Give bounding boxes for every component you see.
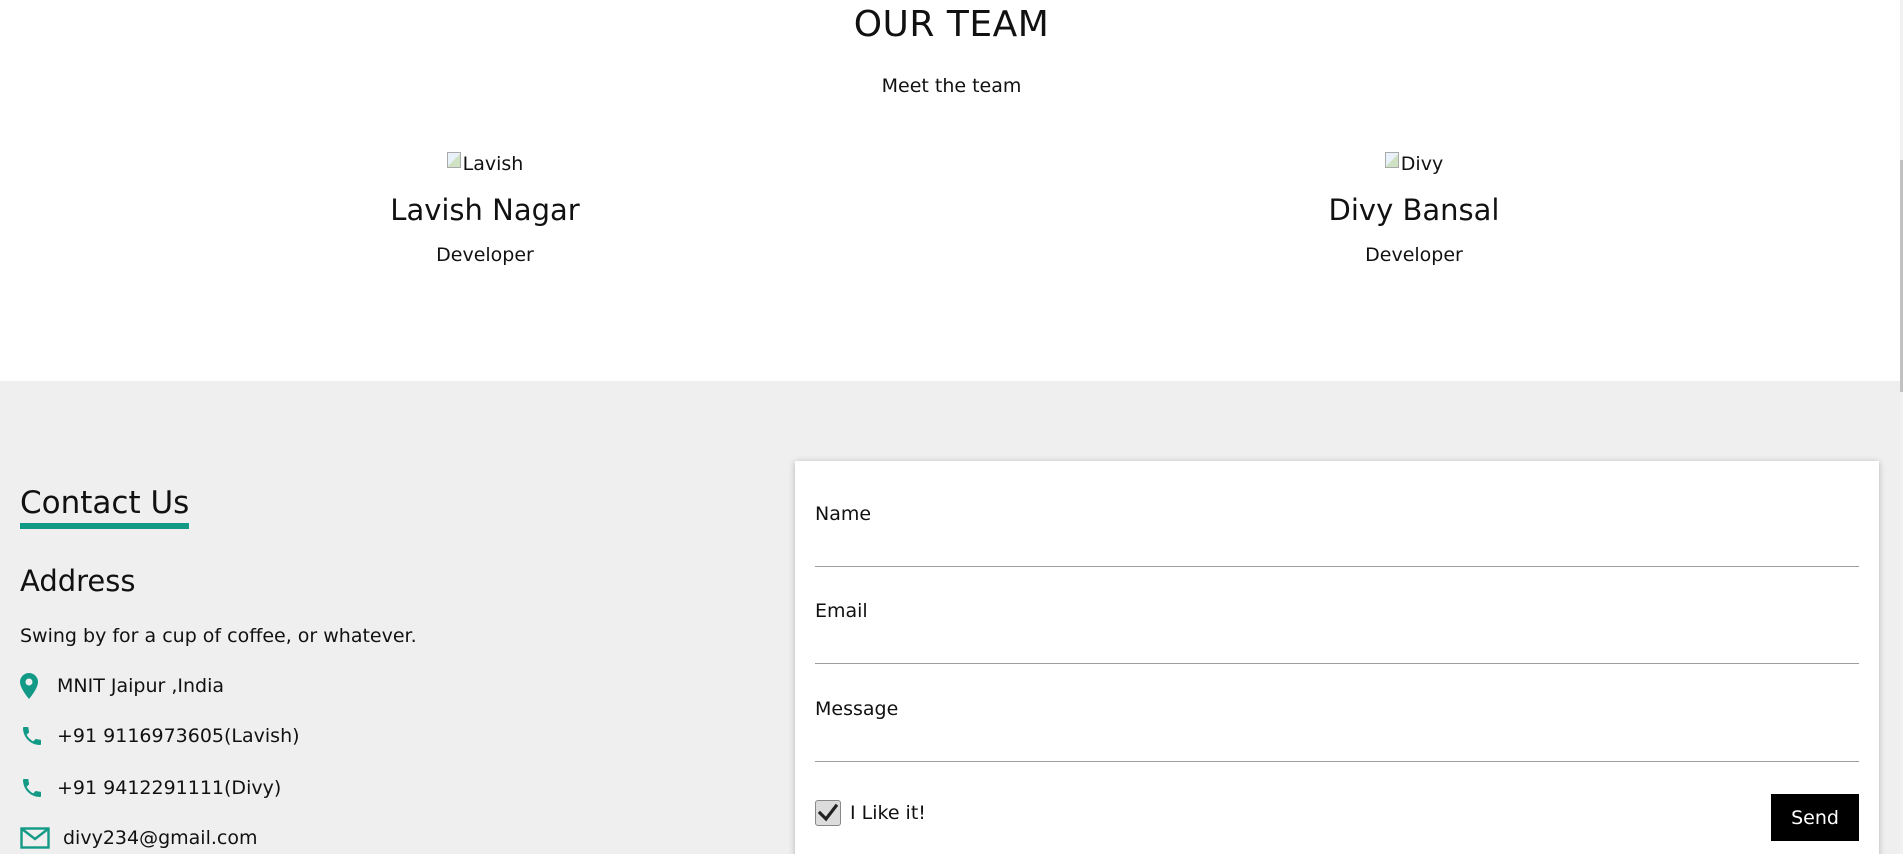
phone-text: +91 9116973605(Lavish) [57, 725, 300, 747]
page: OUR TEAM Meet the team Lavish Lavish Nag… [0, 0, 1903, 854]
contact-heading: Contact Us [20, 485, 190, 529]
member-name: Lavish Nagar [390, 193, 580, 227]
email-row: divy234@gmail.com [20, 827, 257, 849]
team-member-card: Lavish Lavish Nagar Developer [285, 150, 685, 266]
phone-text: +91 9412291111(Divy) [57, 777, 282, 799]
location-text: MNIT Jaipur ,India [57, 675, 225, 697]
message-field: Message [815, 698, 1859, 762]
member-role: Developer [436, 244, 534, 266]
phone-row: +91 9116973605(Lavish) [20, 724, 300, 748]
name-field: Name [815, 503, 1859, 567]
envelope-icon [20, 827, 58, 849]
map-marker-icon [20, 673, 52, 699]
member-photo: Lavish [446, 150, 524, 178]
broken-image-icon [446, 152, 461, 168]
address-heading: Address [20, 564, 136, 598]
team-subtitle: Meet the team [881, 75, 1022, 97]
message-label: Message [815, 698, 899, 720]
checkmark-icon [818, 803, 838, 822]
contact-form: Name Email Message I Like it! Send [795, 461, 1879, 854]
team-member-card: Divy Divy Bansal Developer [1214, 150, 1614, 266]
email-label: Email [815, 600, 868, 622]
like-checkbox-label: I Like it! [850, 802, 926, 824]
like-checkbox-row: I Like it! [815, 800, 926, 826]
like-checkbox[interactable] [815, 800, 841, 826]
team-title: OUR TEAM [853, 4, 1050, 45]
email-input[interactable] [815, 633, 1859, 664]
send-button[interactable]: Send [1771, 794, 1859, 841]
address-text: Swing by for a cup of coffee, or whateve… [20, 625, 417, 647]
phone-icon [20, 724, 52, 748]
phone-row: +91 9412291111(Divy) [20, 776, 281, 800]
email-field: Email [815, 600, 1859, 664]
phone-icon [20, 776, 52, 800]
message-input[interactable] [815, 731, 1859, 762]
email-text[interactable]: divy234@gmail.com [63, 827, 257, 849]
name-input[interactable] [815, 536, 1859, 567]
location-row: MNIT Jaipur ,India [20, 673, 224, 699]
name-label: Name [815, 503, 872, 525]
member-role: Developer [1365, 244, 1463, 266]
contact-section: Contact Us Address Swing by for a cup of… [0, 381, 1903, 854]
member-photo-alt: Lavish [462, 153, 524, 175]
member-name: Divy Bansal [1328, 193, 1500, 227]
broken-image-icon [1384, 152, 1399, 168]
team-section: OUR TEAM Meet the team Lavish Lavish Nag… [0, 0, 1903, 381]
member-photo-alt: Divy [1400, 153, 1444, 175]
member-photo: Divy [1384, 150, 1444, 178]
